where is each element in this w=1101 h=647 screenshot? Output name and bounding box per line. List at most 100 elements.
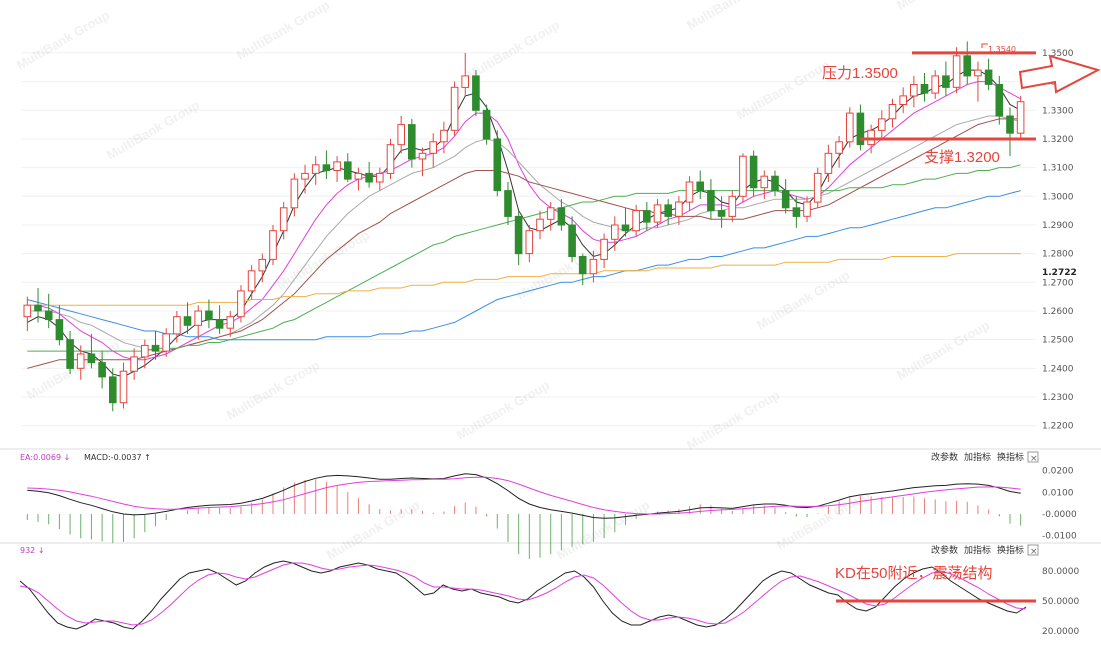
candle-body bbox=[696, 181, 705, 192]
price-axis: 1.2200 1.2300 1.2400 1.2500 1.2600 1.2700 1.28… bbox=[1042, 49, 1074, 432]
price-tick-label: 1.2800 bbox=[1042, 250, 1074, 260]
candle-body bbox=[803, 201, 811, 217]
candle-body bbox=[920, 84, 929, 94]
candle-body bbox=[98, 362, 106, 378]
kd-add-indicator-button[interactable]: 加指标 bbox=[964, 544, 991, 556]
candle-body bbox=[749, 155, 758, 189]
candle-body bbox=[493, 138, 502, 192]
candle-body bbox=[119, 370, 128, 404]
macd-switch-indicator-button[interactable]: 换指标 bbox=[997, 451, 1024, 463]
candle-body bbox=[963, 55, 972, 77]
kd-switch-indicator-button[interactable]: 换指标 bbox=[997, 544, 1024, 556]
watermark-text: MultiBank Group bbox=[734, 57, 832, 122]
macd-pane: 0.0200 0.0100 -0.0000 -0.0100 bbox=[26, 467, 1077, 559]
candle-body bbox=[173, 316, 181, 335]
kd-annotation-label: KD在50附近，震荡结构 bbox=[835, 565, 993, 582]
candle-body bbox=[76, 353, 85, 369]
candle-body bbox=[899, 95, 908, 106]
macd-tick-label: 0.0100 bbox=[1042, 488, 1074, 498]
candle-body bbox=[472, 75, 480, 111]
candle-body bbox=[685, 181, 694, 203]
macd-add-indicator-button[interactable]: 加指标 bbox=[964, 451, 991, 463]
candle-body bbox=[707, 190, 715, 212]
watermark-text: MultiBank Group bbox=[224, 357, 322, 422]
candle-body bbox=[557, 207, 566, 226]
candle-body bbox=[247, 270, 256, 292]
candle-body bbox=[771, 175, 779, 191]
watermark-layer: MultiBank Group MultiBank Group MultiBank … bbox=[14, 0, 992, 563]
candle-body bbox=[237, 290, 245, 318]
price-tick-label: 1.2500 bbox=[1042, 336, 1074, 346]
candle-body bbox=[632, 210, 640, 232]
watermark-text: MultiBank Group bbox=[14, 7, 112, 72]
chart-canvas: MultiBank Group MultiBank Group MultiBank … bbox=[0, 0, 1101, 647]
price-tick-label: 1.3100 bbox=[1042, 164, 1074, 174]
candle-body bbox=[781, 190, 790, 209]
candle-body bbox=[333, 161, 341, 171]
candle-body bbox=[942, 75, 950, 88]
chart-svg: MultiBank Group MultiBank Group MultiBank … bbox=[0, 0, 1101, 637]
candle-body bbox=[536, 218, 544, 232]
price-tick-label: 1.3300 bbox=[1042, 106, 1074, 116]
candle-body bbox=[546, 207, 555, 220]
candle-body bbox=[215, 319, 224, 329]
candle-body bbox=[1006, 115, 1014, 134]
macd-edit-params-button[interactable]: 改参数 bbox=[931, 451, 958, 463]
candle-body bbox=[792, 207, 801, 217]
candle-body bbox=[675, 201, 683, 217]
candle-body bbox=[386, 144, 395, 174]
candle-body bbox=[578, 256, 587, 275]
macd-dif-line bbox=[27, 473, 1021, 519]
price-tick-label: 1.3200 bbox=[1042, 135, 1074, 145]
candle-body bbox=[867, 129, 875, 146]
watermark-text: MultiBank Group bbox=[894, 317, 992, 382]
macd-value-label: MACD:-0.0037 ↑ bbox=[84, 453, 151, 462]
candle-body bbox=[66, 339, 74, 369]
candle-body bbox=[23, 304, 32, 318]
candle-body bbox=[34, 304, 42, 312]
watermark-text: MultiBank Group bbox=[464, 17, 562, 82]
price-tick-label: 1.3000 bbox=[1042, 192, 1074, 202]
candle-body bbox=[461, 75, 469, 88]
candle-body bbox=[514, 215, 523, 255]
watermark-text: MultiBank Group bbox=[894, 0, 992, 13]
right-arrow-icon bbox=[1018, 54, 1101, 94]
candle-body bbox=[151, 344, 160, 352]
price-tick-label: 1.2900 bbox=[1042, 221, 1074, 231]
candle-body bbox=[717, 210, 726, 217]
watermark-text: MultiBank Group bbox=[684, 0, 782, 33]
kd-edit-params-button[interactable]: 改参数 bbox=[931, 544, 958, 556]
macd-dea-line bbox=[27, 476, 1021, 515]
candle-body bbox=[931, 75, 940, 94]
candle-body bbox=[589, 258, 598, 275]
candle-body bbox=[322, 164, 331, 172]
candle-body bbox=[525, 230, 534, 255]
candle-body bbox=[183, 316, 192, 326]
candle-body bbox=[653, 204, 662, 223]
price-tick-label: 1.2300 bbox=[1042, 393, 1074, 403]
price-tick-label: 1.2700 bbox=[1042, 278, 1074, 288]
price-tick-label: 1.2200 bbox=[1042, 422, 1074, 432]
candle-body bbox=[621, 224, 630, 232]
macd-tick-label: -0.0100 bbox=[1042, 532, 1077, 542]
macd-tick-label: 0.0200 bbox=[1042, 467, 1074, 477]
macd-close-icon: × bbox=[1030, 454, 1038, 464]
candle-body bbox=[301, 172, 309, 180]
candle-body bbox=[846, 112, 854, 143]
watermark-text: MultiBank Group bbox=[324, 497, 422, 562]
candle-body bbox=[984, 69, 993, 85]
candle-body bbox=[87, 353, 96, 364]
candle-body bbox=[408, 124, 416, 160]
candlestick-series bbox=[23, 41, 1025, 412]
macd-dea-label: EA:0.0069 ↓ bbox=[20, 453, 70, 462]
watermark-text: MultiBank Group bbox=[104, 97, 202, 162]
current-price-label: 1.2722 bbox=[1042, 268, 1077, 278]
candle-body bbox=[643, 210, 651, 223]
kd-tick-label: 50.0000 bbox=[1042, 597, 1079, 607]
candle-body bbox=[760, 175, 769, 189]
candle-body bbox=[55, 319, 64, 341]
candle-body bbox=[611, 224, 619, 240]
candle-body bbox=[888, 104, 897, 120]
candle-body bbox=[878, 118, 886, 131]
candle-body bbox=[450, 86, 459, 131]
